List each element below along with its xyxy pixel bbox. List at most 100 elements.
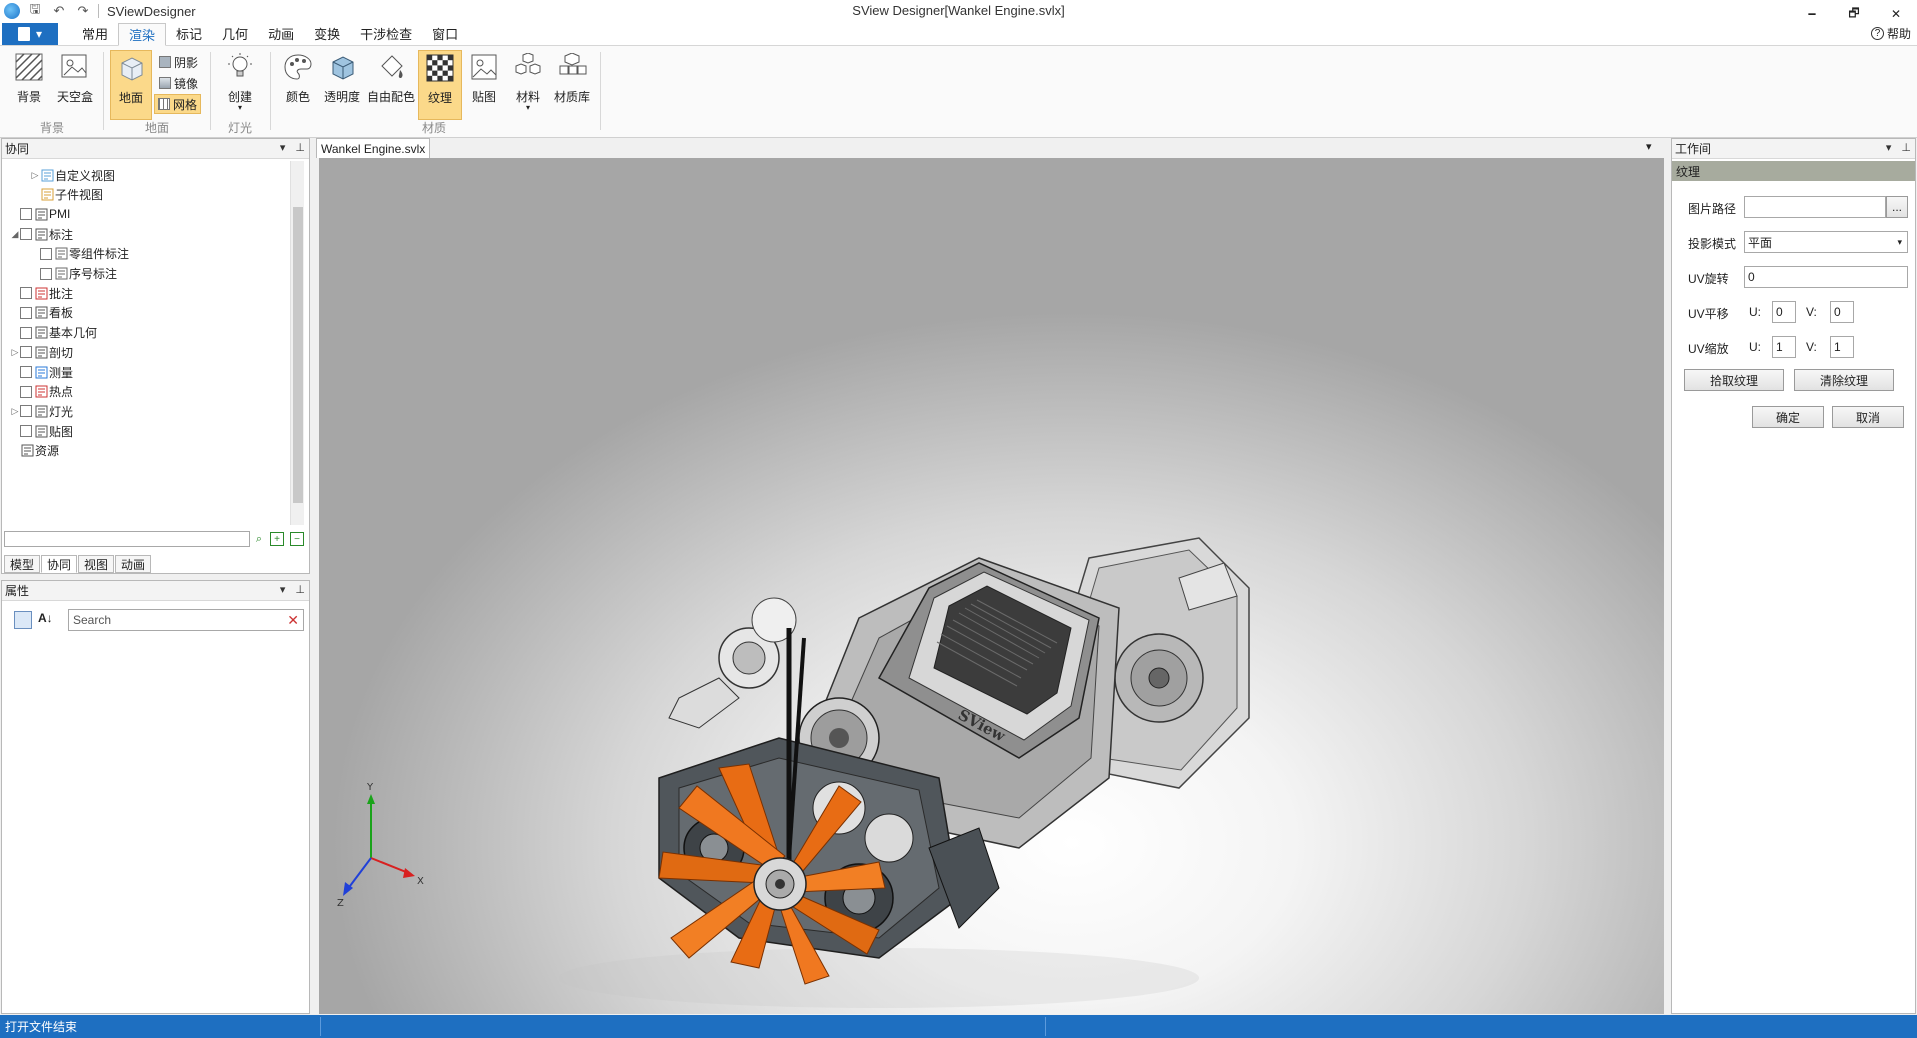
tree-item[interactable]: 贴图 [10, 421, 73, 441]
pin-icon[interactable]: ⊥ [1901, 141, 1911, 154]
3d-viewport[interactable]: SView Y X Z [319, 158, 1664, 1014]
projection-mode-select[interactable]: 平面 ▾ [1744, 231, 1908, 253]
panel-dropdown-icon[interactable]: ▾ [280, 141, 286, 154]
color-label: 颜色 [285, 90, 310, 104]
shadow-button[interactable]: 阴影 [156, 52, 201, 72]
tree-checkbox[interactable] [40, 247, 52, 260]
color-button[interactable]: 颜色 [278, 50, 318, 114]
tree-item[interactable]: 测量 [10, 362, 73, 382]
redo-icon[interactable]: ↷ [74, 2, 92, 20]
projection-mode-value: 平面 [1748, 235, 1773, 250]
panel-dropdown-icon[interactable]: ▾ [280, 583, 286, 596]
tab-geometry[interactable]: 几何 [212, 22, 258, 45]
property-search-input[interactable]: Search [73, 613, 111, 627]
undo-icon[interactable]: ↶ [50, 2, 68, 20]
tree-node-icon [40, 168, 54, 182]
tree-checkbox[interactable] [20, 306, 32, 319]
document-list-dropdown-icon[interactable]: ▾ [1646, 140, 1652, 153]
image-path-input[interactable] [1744, 196, 1886, 218]
property-search-box[interactable]: Search ✕ [68, 609, 304, 631]
tab-common[interactable]: 常用 [72, 22, 118, 45]
texture-button[interactable]: 纹理 [418, 50, 462, 120]
document-tab[interactable]: Wankel Engine.svlx [316, 138, 431, 158]
file-menu-button[interactable]: ▾ [2, 23, 58, 45]
material-library-button[interactable]: 材质库 [550, 50, 594, 114]
save-icon[interactable]: 🖫 [26, 1, 44, 20]
tree-checkbox[interactable] [20, 346, 32, 359]
tree-checkbox[interactable] [20, 366, 32, 378]
tree-item[interactable]: 子件视图 [30, 185, 103, 205]
tab-window[interactable]: 窗口 [422, 22, 468, 45]
tree-item[interactable]: 资源 [10, 441, 59, 461]
create-light-button[interactable]: 创建 ▾ [218, 50, 262, 114]
tab-collab[interactable]: 协同 [41, 555, 78, 573]
tab-model[interactable]: 模型 [4, 555, 41, 573]
mirror-button[interactable]: 镜像 [156, 73, 201, 93]
scrollbar-thumb[interactable] [293, 207, 303, 503]
tree-checkbox[interactable] [20, 326, 32, 339]
tree-item[interactable]: 序号标注 [30, 264, 117, 284]
tree-filter-input[interactable] [4, 531, 250, 547]
sort-alpha-icon[interactable]: A↓ [38, 611, 53, 625]
tab-transform[interactable]: 变换 [304, 22, 350, 45]
tab-animation[interactable]: 动画 [258, 22, 304, 45]
tree-item[interactable]: 零组件标注 [30, 244, 129, 264]
tab-anim[interactable]: 动画 [115, 555, 152, 573]
ground-button[interactable]: 地面 [110, 50, 152, 120]
tree-checkbox[interactable] [20, 405, 32, 418]
background-button[interactable]: 背景 [10, 50, 48, 114]
tab-view[interactable]: 视图 [78, 555, 115, 573]
tab-render[interactable]: 渲染 [118, 23, 167, 46]
tree-item[interactable]: ▷ 灯光 [10, 401, 73, 421]
tab-interference[interactable]: 干涉检查 [350, 22, 422, 45]
tree-expander-icon[interactable]: ▷ [30, 170, 40, 181]
material-library-icon [556, 50, 588, 84]
tree-item[interactable]: ▷ 自定义视图 [30, 165, 115, 185]
material-button[interactable]: 材料 ▾ [508, 50, 548, 114]
tree-checkbox[interactable] [20, 425, 32, 438]
free-color-button[interactable]: 自由配色 [366, 50, 416, 114]
tree-item[interactable]: PMI [10, 204, 70, 224]
tree-expander-icon[interactable]: ◢ [10, 229, 20, 240]
uv-offset-u-input[interactable]: 0 [1772, 301, 1796, 323]
uv-offset-v-input[interactable]: 0 [1830, 301, 1854, 323]
cancel-button[interactable]: 取消 [1832, 406, 1904, 428]
tree-expander-icon[interactable]: ▷ [10, 347, 20, 358]
tree-item[interactable]: 批注 [10, 283, 73, 303]
uv-scale-v-input[interactable]: 1 [1830, 336, 1854, 358]
tree-checkbox[interactable] [20, 385, 32, 398]
pick-texture-button[interactable]: 拾取纹理 [1684, 369, 1784, 391]
tree-item[interactable]: ▷ 剖切 [10, 342, 73, 362]
panel-dropdown-icon[interactable]: ▾ [1886, 141, 1892, 154]
axis-triad: Y X Z [337, 782, 424, 909]
engine-model-render[interactable]: SView Y X Z [319, 158, 1664, 1014]
clear-texture-button[interactable]: 清除纹理 [1794, 369, 1894, 391]
collapse-all-icon[interactable]: − [290, 532, 304, 546]
uv-rotate-input[interactable]: 0 [1744, 266, 1908, 288]
tree-item[interactable]: ◢ 标注 [10, 224, 73, 244]
tree-checkbox[interactable] [20, 208, 32, 221]
tree-scrollbar[interactable] [290, 161, 304, 525]
transparency-button[interactable]: 透明度 [320, 50, 364, 114]
expand-all-icon[interactable]: + [270, 532, 284, 546]
tree-checkbox[interactable] [20, 287, 32, 300]
clear-search-icon[interactable]: ✕ [287, 612, 299, 629]
uv-scale-u-input[interactable]: 1 [1772, 336, 1796, 358]
tree-item[interactable]: 热点 [10, 382, 73, 402]
help-button[interactable]: ? 帮助 [1870, 25, 1911, 42]
ok-button[interactable]: 确定 [1752, 406, 1824, 428]
pin-icon[interactable]: ⊥ [295, 583, 305, 596]
browse-button[interactable]: ... [1886, 196, 1908, 218]
tab-markup[interactable]: 标记 [166, 22, 212, 45]
pin-icon[interactable]: ⊥ [295, 141, 305, 154]
search-icon[interactable]: ⌕ [252, 532, 266, 546]
grid-button[interactable]: 网格 [154, 94, 202, 114]
tree-checkbox[interactable] [20, 228, 32, 241]
tree-expander-icon[interactable]: ▷ [10, 406, 20, 417]
tree-item[interactable]: 看板 [10, 303, 73, 323]
tree-checkbox[interactable] [40, 267, 52, 280]
categorized-view-icon[interactable] [14, 611, 32, 629]
tree-item[interactable]: 基本几何 [10, 323, 97, 343]
skybox-button[interactable]: 天空盒 [52, 50, 98, 114]
decal-button[interactable]: 贴图 [466, 50, 502, 114]
